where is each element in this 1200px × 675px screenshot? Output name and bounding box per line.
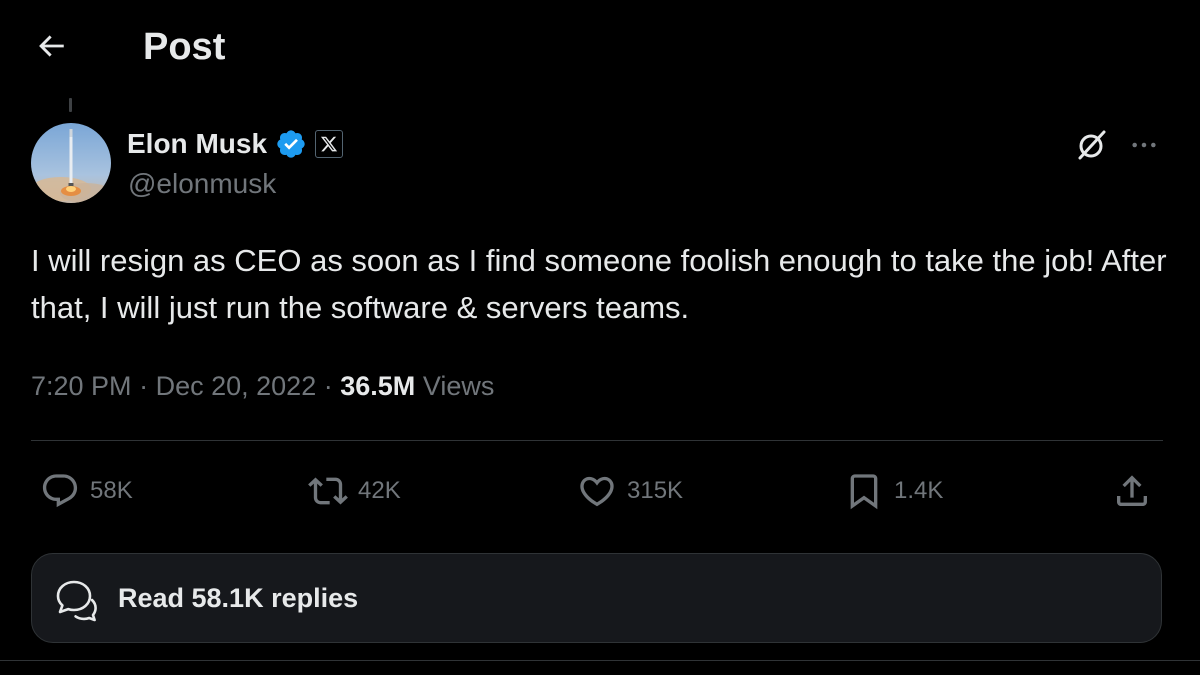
grok-icon xyxy=(1078,130,1106,160)
more-options-button[interactable] xyxy=(1122,125,1166,165)
views-count: 36.5M xyxy=(340,371,416,401)
arrow-left-icon xyxy=(39,35,64,57)
heart-icon xyxy=(580,476,614,507)
meta-separator: · xyxy=(139,371,149,401)
like-count: 315K xyxy=(627,477,684,504)
tweet-text: I will resign as CEO as soon as I find s… xyxy=(31,243,1167,325)
reply-icon xyxy=(42,474,78,508)
bottom-divider xyxy=(0,660,1200,661)
avatar[interactable] xyxy=(31,123,111,203)
chat-bubbles-icon xyxy=(50,572,102,624)
author-name-row: Elon Musk xyxy=(127,124,344,164)
x-logo-icon[interactable] xyxy=(315,130,344,158)
meta-separator: · xyxy=(323,371,333,401)
rocket-avatar-image xyxy=(31,123,111,203)
share-icon xyxy=(1117,475,1147,506)
author-handle[interactable]: @elonmusk xyxy=(128,166,276,202)
share-button[interactable] xyxy=(1112,468,1152,514)
verified-badge-icon[interactable] xyxy=(275,128,307,160)
page-title: Post xyxy=(143,26,226,68)
read-replies-label: Read 58.1K replies xyxy=(118,582,359,613)
bookmark-count: 1.4K xyxy=(894,477,944,504)
like-button[interactable]: 315K xyxy=(577,468,683,514)
read-replies-button[interactable]: Read 58.1K replies xyxy=(31,553,1162,643)
reply-count: 58K xyxy=(90,477,133,504)
back-button[interactable] xyxy=(28,26,74,66)
tweet-date[interactable]: Dec 20, 2022 xyxy=(156,371,317,401)
author-display-name[interactable]: Elon Musk xyxy=(127,128,267,160)
reply-button[interactable]: 58K xyxy=(40,468,133,514)
thread-connector-line xyxy=(69,98,72,112)
more-dots-icon xyxy=(1132,142,1156,148)
bookmark-button[interactable]: 1.4K xyxy=(844,468,943,514)
bookmark-icon xyxy=(850,474,878,510)
repost-icon xyxy=(308,477,348,505)
repost-button[interactable]: 42K xyxy=(308,468,401,514)
grok-button[interactable] xyxy=(1070,125,1114,165)
repost-count: 42K xyxy=(358,477,401,504)
tweet-time[interactable]: 7:20 PM xyxy=(31,371,132,401)
views-label: Views xyxy=(422,371,495,401)
divider xyxy=(31,440,1163,441)
tweet-metadata: 7:20 PM · Dec 20, 2022 · 36.5M Views xyxy=(31,366,494,406)
